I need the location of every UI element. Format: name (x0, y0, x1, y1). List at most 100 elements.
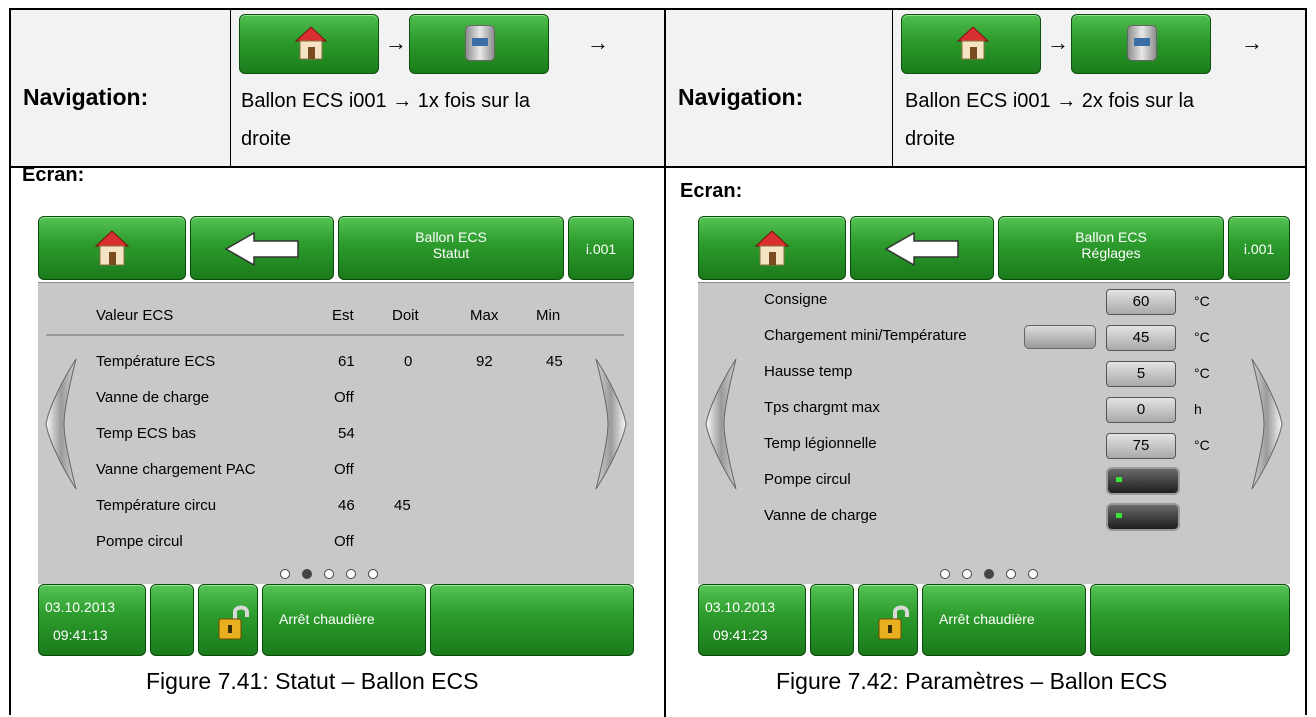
home-button[interactable] (38, 216, 186, 280)
index-label: i.001 (1243, 241, 1275, 257)
home-button[interactable] (698, 216, 846, 280)
page-dot[interactable] (346, 569, 356, 579)
datetime-button[interactable]: 03.10.2013 09:41:13 (38, 584, 146, 656)
nav-arrow-1: → (385, 30, 407, 55)
date-text: 03.10.2013 (705, 599, 776, 615)
datetime-button[interactable]: 03.10.2013 09:41:23 (698, 584, 806, 656)
row-min: 45 (546, 353, 563, 370)
row-doit: 45 (394, 497, 411, 514)
chevron-right-icon[interactable] (1250, 357, 1284, 491)
setting-label: Tps chargmt max (764, 399, 880, 416)
back-button[interactable] (850, 216, 994, 280)
nav-text-line1-left: Ballon ECS i001 → 1x fois sur la (241, 90, 531, 112)
home-button-image (901, 14, 1041, 74)
house-icon (956, 26, 990, 60)
chevron-left-icon[interactable] (44, 357, 78, 491)
setting-value-box[interactable]: 5 (1106, 361, 1176, 387)
page-indicator-strip (38, 566, 634, 584)
row-label: Température circu (96, 497, 217, 514)
row-est: Off (334, 389, 354, 406)
status-panel: Valeur ECS Est Doit Max Min Température … (38, 282, 634, 566)
figure-caption-left: Figure 7.41: Statut – Ballon ECS (146, 668, 479, 694)
screen-reglages: Ballon ECS Réglages i.001 Consigne 60 °C… (698, 216, 1290, 656)
setting-label: Consigne (764, 291, 828, 308)
nav-content-cell-right: → → Ballon ECS i001 → 2x fois sur la dro… (892, 10, 1305, 166)
setting-label: Hausse temp (764, 363, 853, 380)
nav-text-line2-left: droite (241, 128, 292, 150)
settings-panel: Consigne 60 °C Chargement mini/Températu… (698, 282, 1290, 566)
row-est: 54 (338, 425, 355, 442)
time-text: 09:41:23 (713, 627, 768, 643)
screen-bottombar: 03.10.2013 09:41:23 Arrêt chaudière (698, 584, 1290, 656)
nav-arrow-2: → (587, 30, 609, 55)
page-dot[interactable] (1006, 569, 1016, 579)
page-dot[interactable] (368, 569, 378, 579)
page-dot-active[interactable] (302, 569, 312, 579)
chevron-right-icon[interactable] (594, 357, 628, 491)
screen-bottombar: 03.10.2013 09:41:13 Arrêt chaudière (38, 584, 634, 656)
nav-label-right: Navigation: (678, 84, 804, 110)
row-label: Température ECS (96, 353, 216, 370)
chevron-left-icon[interactable] (704, 357, 738, 491)
blank-button[interactable] (810, 584, 854, 656)
nav-label-cell-right: Navigation: (666, 10, 892, 166)
setting-unit: °C (1194, 437, 1210, 453)
boiler-button-image (1071, 14, 1211, 74)
row-est: 61 (338, 353, 355, 370)
padlock-open-icon (218, 605, 249, 640)
page-dot[interactable] (324, 569, 334, 579)
page-dot[interactable] (940, 569, 950, 579)
title-button: Ballon ECS Réglages (998, 216, 1224, 280)
setting-label: Temp légionnelle (764, 435, 877, 452)
row-label: Pompe circul (96, 533, 183, 550)
setting-value-box[interactable]: 60 (1106, 289, 1176, 315)
lock-button[interactable] (198, 584, 258, 656)
boiler-icon (465, 25, 495, 61)
back-arrow-icon (224, 231, 299, 267)
time-text: 09:41:13 (53, 627, 108, 643)
lock-button[interactable] (858, 584, 918, 656)
nav-text-line2-right: droite (905, 128, 956, 150)
ecran-label-left: Ecran: (22, 164, 85, 186)
status-text: Arrêt chaudière (939, 611, 1035, 627)
page-dot[interactable] (280, 569, 290, 579)
empty-action-button[interactable] (1090, 584, 1290, 656)
nav-label-left: Navigation: (23, 84, 149, 110)
index-button[interactable]: i.001 (1228, 216, 1290, 280)
row-est: 46 (338, 497, 355, 514)
nav-arrow-1: → (1047, 30, 1069, 55)
setting-label: Vanne de charge (764, 507, 878, 524)
padlock-open-icon (878, 605, 909, 640)
status-button[interactable]: Arrêt chaudière (922, 584, 1086, 656)
index-button[interactable]: i.001 (568, 216, 634, 280)
screen-title-line1: Ballon ECS (1075, 229, 1147, 245)
pompe-circul-toggle[interactable] (1106, 467, 1180, 495)
boiler-button-image (409, 14, 549, 74)
setting-slider-control[interactable] (1024, 325, 1096, 349)
screen-statut: Ballon ECS Statut i.001 Valeur ECS Est D… (38, 216, 634, 656)
row-doit: 0 (404, 353, 413, 370)
row-est: Off (334, 461, 354, 478)
house-icon (294, 26, 328, 60)
nav-label-cell-left: Navigation: (11, 10, 230, 166)
blank-button[interactable] (150, 584, 194, 656)
setting-value-box[interactable]: 45 (1106, 325, 1176, 351)
page-dot[interactable] (962, 569, 972, 579)
screen-title-line1: Ballon ECS (415, 229, 487, 245)
page-dot[interactable] (1028, 569, 1038, 579)
date-text: 03.10.2013 (45, 599, 116, 615)
row-label: Temp ECS bas (96, 425, 197, 442)
header-min: Min (536, 307, 561, 324)
house-icon (755, 230, 789, 266)
page-dot-active[interactable] (984, 569, 994, 579)
status-button[interactable]: Arrêt chaudière (262, 584, 426, 656)
home-button-image (239, 14, 379, 74)
row-label: Vanne de charge (96, 389, 210, 406)
setting-value-box[interactable]: 75 (1106, 433, 1176, 459)
vanne-charge-toggle[interactable] (1106, 503, 1180, 531)
empty-action-button[interactable] (430, 584, 634, 656)
back-button[interactable] (190, 216, 334, 280)
header-doit: Doit (392, 307, 419, 324)
setting-label: Pompe circul (764, 471, 851, 488)
setting-value-box[interactable]: 0 (1106, 397, 1176, 423)
